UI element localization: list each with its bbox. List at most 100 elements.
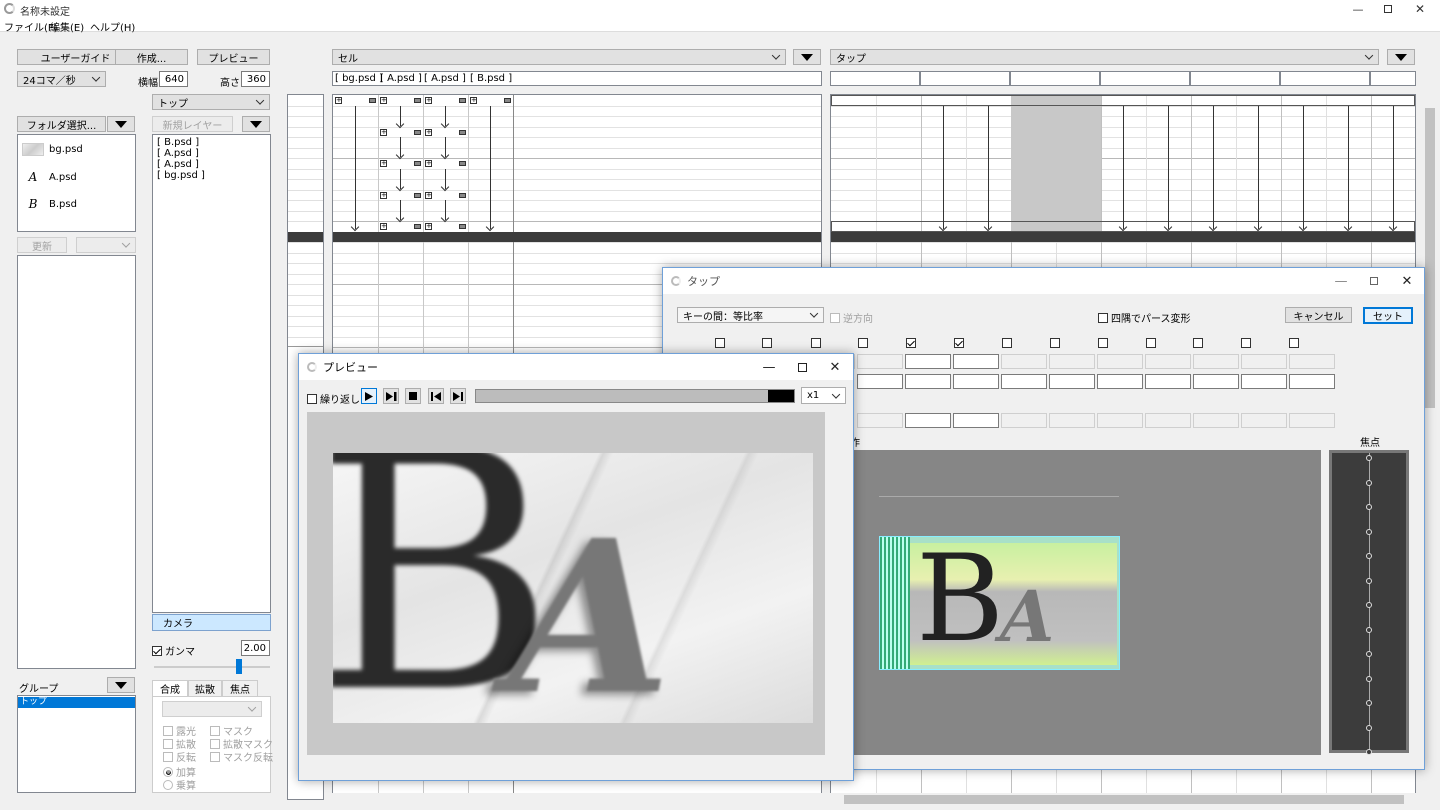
tap-value[interactable] bbox=[1191, 95, 1234, 106]
param-value-input[interactable] bbox=[1049, 413, 1095, 428]
expand-icon[interactable]: + bbox=[470, 97, 477, 104]
collapse-icon[interactable] bbox=[414, 98, 421, 103]
tap-canvas[interactable]: B A bbox=[853, 450, 1321, 755]
preview-button[interactable]: プレビュー bbox=[197, 49, 270, 65]
param-value-input[interactable] bbox=[857, 413, 903, 428]
param-checkbox[interactable] bbox=[1002, 338, 1015, 348]
preview-horizontal-scrollbar[interactable] bbox=[307, 755, 837, 765]
param-value-input[interactable] bbox=[1241, 374, 1287, 389]
collapse-icon[interactable] bbox=[504, 98, 511, 103]
tab-diffuse[interactable]: 拡散 bbox=[188, 680, 222, 696]
param-checkbox[interactable] bbox=[811, 338, 824, 348]
expand-icon[interactable]: + bbox=[425, 223, 432, 230]
tap-value[interactable] bbox=[1236, 95, 1279, 106]
layer-item[interactable]: [ B.psd ] bbox=[157, 137, 199, 148]
tap-value[interactable] bbox=[1011, 200, 1054, 211]
row-number[interactable] bbox=[288, 242, 323, 253]
tap-value[interactable] bbox=[831, 106, 874, 117]
tap-value[interactable] bbox=[1011, 169, 1054, 180]
tap-value[interactable] bbox=[876, 137, 919, 148]
tap-column-header[interactable] bbox=[1010, 71, 1100, 86]
tap-value[interactable] bbox=[1011, 95, 1054, 106]
tap-value[interactable] bbox=[831, 190, 874, 201]
camera-frame[interactable]: B A bbox=[879, 536, 1120, 670]
menu-help[interactable]: ヘルプ(H) bbox=[90, 19, 135, 34]
row-number[interactable] bbox=[288, 316, 323, 327]
expand-icon[interactable]: + bbox=[425, 128, 432, 136]
param-value-input[interactable] bbox=[905, 374, 951, 389]
camera-item[interactable]: カメラ bbox=[152, 614, 271, 631]
tap-horizontal-scrollbar[interactable] bbox=[830, 793, 1416, 806]
tap-dropdown-button[interactable] bbox=[1387, 49, 1415, 65]
tap-value[interactable] bbox=[831, 116, 874, 127]
create-button[interactable]: 作成... bbox=[115, 49, 188, 65]
folder-select-button[interactable]: フォルダ選択... bbox=[17, 116, 106, 132]
focus-point[interactable] bbox=[1366, 479, 1372, 486]
play-frame-button[interactable] bbox=[383, 388, 399, 404]
param-checkbox[interactable] bbox=[1098, 338, 1111, 348]
tap-value[interactable] bbox=[1101, 95, 1144, 106]
param-value-input[interactable] bbox=[1289, 354, 1335, 369]
close-icon[interactable]: ✕ bbox=[818, 354, 852, 380]
focus-point[interactable] bbox=[1366, 577, 1372, 584]
param-checkbox[interactable] bbox=[954, 338, 967, 348]
expand-icon[interactable]: + bbox=[380, 191, 387, 199]
new-layer-dropdown-button[interactable] bbox=[242, 116, 270, 132]
next-frame-button[interactable] bbox=[450, 388, 466, 404]
height-input[interactable]: 360 bbox=[241, 71, 270, 87]
preview-vertical-scrollbar[interactable] bbox=[825, 412, 837, 765]
tap-value[interactable] bbox=[1011, 137, 1054, 148]
composite-select[interactable] bbox=[162, 701, 262, 717]
collapse-icon[interactable] bbox=[414, 161, 421, 166]
layer-item[interactable]: [ bg.psd ] bbox=[157, 170, 205, 181]
tap-value[interactable] bbox=[876, 200, 919, 211]
row-number[interactable] bbox=[288, 305, 323, 316]
tap-value[interactable] bbox=[1056, 137, 1099, 148]
layer-item[interactable]: [ A.psd ] bbox=[157, 148, 199, 159]
file-item[interactable]: bg.psd bbox=[22, 143, 83, 156]
param-value-input[interactable] bbox=[1145, 354, 1191, 369]
row-number[interactable] bbox=[288, 179, 323, 190]
row-number[interactable] bbox=[288, 295, 323, 306]
tap-column-header[interactable] bbox=[1100, 71, 1190, 86]
tab-focus[interactable]: 焦点 bbox=[222, 680, 258, 696]
tap-column-header[interactable] bbox=[1370, 71, 1416, 86]
tap-value[interactable] bbox=[1056, 106, 1099, 117]
param-value-input[interactable] bbox=[1193, 374, 1239, 389]
tap-value[interactable] bbox=[1011, 158, 1054, 169]
param-value-input[interactable] bbox=[1241, 354, 1287, 369]
tap-value[interactable] bbox=[876, 221, 919, 232]
tap-value[interactable] bbox=[831, 200, 874, 211]
param-value-input[interactable] bbox=[953, 354, 999, 369]
param-value-input[interactable] bbox=[953, 413, 999, 428]
focus-track[interactable] bbox=[1329, 450, 1409, 755]
param-value-input[interactable] bbox=[1145, 374, 1191, 389]
param-checkbox[interactable] bbox=[1050, 338, 1063, 348]
maximize-icon[interactable] bbox=[1373, 0, 1403, 18]
row-number[interactable] bbox=[288, 326, 323, 337]
folder-dropdown-button[interactable] bbox=[107, 116, 135, 132]
tap-value[interactable] bbox=[831, 179, 874, 190]
gamma-checkbox[interactable]: ガンマ bbox=[152, 643, 195, 658]
tap-value[interactable] bbox=[1011, 116, 1054, 127]
param-value-input[interactable] bbox=[1001, 374, 1047, 389]
tap-value[interactable] bbox=[831, 158, 874, 169]
collapse-icon[interactable] bbox=[414, 192, 421, 198]
param-checkbox[interactable] bbox=[762, 338, 775, 348]
focus-point[interactable] bbox=[1366, 602, 1372, 608]
tap-value[interactable] bbox=[966, 95, 1009, 106]
tap-value[interactable] bbox=[1056, 169, 1099, 180]
gamma-input[interactable]: 2.00 bbox=[241, 640, 270, 656]
group-dropdown-button[interactable] bbox=[107, 677, 135, 693]
tap-value[interactable] bbox=[1146, 95, 1189, 106]
param-value-input[interactable] bbox=[1049, 374, 1095, 389]
tap-column-header[interactable] bbox=[1280, 71, 1370, 86]
gamma-slider-track[interactable] bbox=[154, 666, 270, 668]
tap-value[interactable] bbox=[1011, 211, 1054, 222]
tap-value[interactable] bbox=[1011, 190, 1054, 201]
focus-point[interactable] bbox=[1366, 700, 1372, 706]
row-number[interactable] bbox=[288, 253, 323, 264]
tap-value[interactable] bbox=[1056, 127, 1099, 138]
update-select[interactable] bbox=[76, 237, 136, 253]
row-number[interactable] bbox=[288, 274, 323, 285]
